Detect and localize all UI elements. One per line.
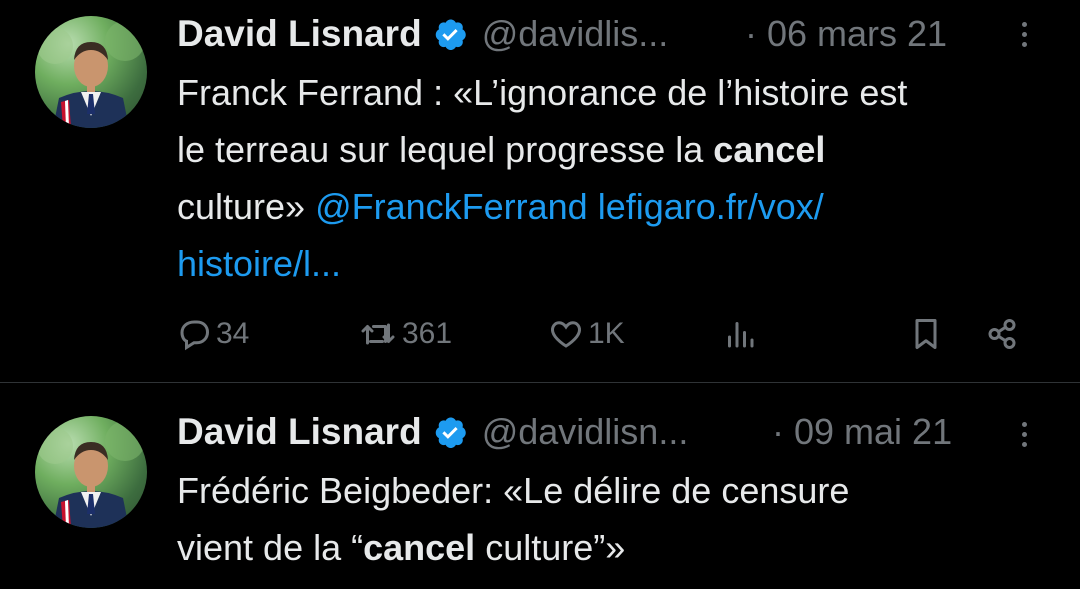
highlighted-term: cancel bbox=[713, 129, 826, 170]
more-options-icon[interactable] bbox=[1014, 14, 1034, 54]
author-handle[interactable]: @davidlis... bbox=[482, 13, 669, 55]
like-count: 1K bbox=[588, 317, 625, 350]
highlighted-term: cancel bbox=[363, 527, 476, 568]
like-button[interactable]: 1K bbox=[548, 306, 625, 362]
share-button[interactable] bbox=[984, 306, 1020, 362]
tweet[interactable]: David Lisnard @davidlisn... · 09 mai 21 … bbox=[0, 383, 1080, 589]
reply-count: 34 bbox=[216, 317, 250, 350]
like-icon bbox=[551, 321, 581, 348]
reply-button[interactable]: 34 bbox=[176, 306, 249, 362]
tweet-text-line: Franck Ferrand : «L’ignorance de l’histo… bbox=[177, 72, 908, 113]
tweet-text-line: culture”» bbox=[475, 527, 626, 568]
tweet-text: Frédéric Beigbeder: «Le délire de censur… bbox=[177, 462, 1057, 576]
mention-link[interactable]: @FranckFerrand bbox=[315, 186, 588, 227]
tweet-text-line: le terreau sur lequel progresse la bbox=[177, 129, 714, 170]
retweet-button[interactable]: 361 bbox=[358, 306, 452, 362]
more-options-icon[interactable] bbox=[1014, 414, 1034, 454]
article-link[interactable]: lefigaro.fr/vox/ bbox=[598, 186, 824, 227]
tweet-date[interactable]: · 09 mai 21 bbox=[772, 412, 952, 452]
author-name[interactable]: David Lisnard bbox=[177, 13, 422, 55]
tweet-date[interactable]: · 06 mars 21 bbox=[745, 14, 947, 54]
verified-badge-icon bbox=[435, 19, 466, 51]
retweet-count: 361 bbox=[402, 317, 453, 350]
avatar[interactable] bbox=[35, 16, 147, 128]
tweet-text-line: Frédéric Beigbeder: «Le délire de censur… bbox=[177, 470, 850, 511]
views-icon bbox=[728, 322, 754, 348]
author-handle[interactable]: @davidlisn... bbox=[482, 411, 689, 453]
tweet-actions: 34 361 1K bbox=[0, 306, 1080, 362]
tweet-header: David Lisnard @davidlis... bbox=[177, 13, 669, 55]
tweet-text-line: culture» bbox=[177, 186, 316, 227]
verified-badge-icon bbox=[435, 417, 466, 449]
article-link-continued[interactable]: histoire/l... bbox=[177, 243, 341, 284]
reply-icon bbox=[180, 320, 210, 351]
bookmark-icon bbox=[915, 319, 937, 349]
avatar[interactable] bbox=[35, 416, 147, 528]
tweet-header: David Lisnard @davidlisn... bbox=[177, 411, 689, 453]
retweet-icon bbox=[361, 323, 395, 345]
bookmark-button[interactable] bbox=[908, 306, 944, 362]
author-name[interactable]: David Lisnard bbox=[177, 411, 422, 453]
tweet-text: Franck Ferrand : «L’ignorance de l’histo… bbox=[177, 64, 1057, 292]
share-icon bbox=[988, 319, 1016, 349]
views-button[interactable] bbox=[722, 306, 758, 362]
tweet-text-line: vient de la “ bbox=[177, 527, 364, 568]
tweet[interactable]: David Lisnard @davidlis... · 06 mars 21 … bbox=[0, 0, 1080, 383]
